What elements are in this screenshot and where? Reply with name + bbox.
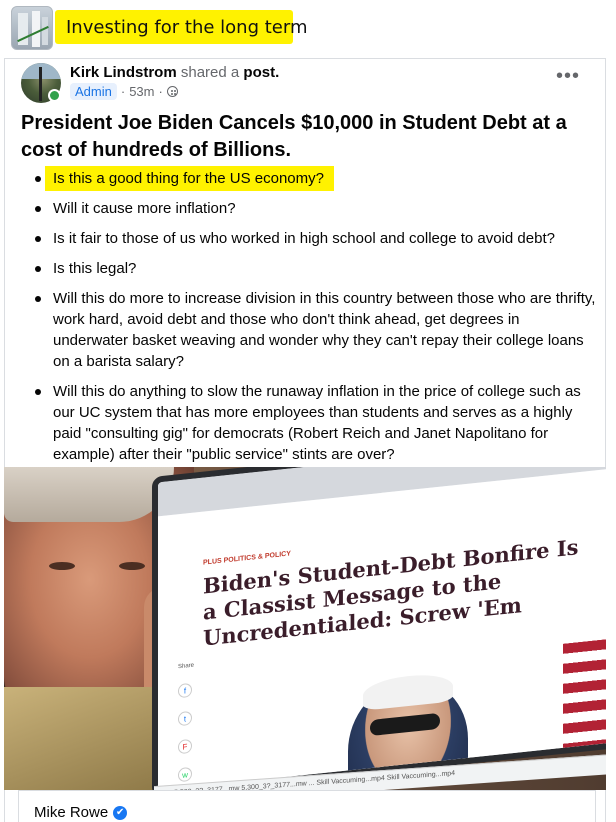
audience-icon	[166, 86, 178, 97]
article-tag: PLUS POLITICS & POLICY	[203, 550, 291, 567]
highlighted-question: Is this a good thing for the US economy?	[45, 166, 334, 191]
post-bullet-list: Is this a good thing for the US economy?…	[21, 166, 596, 465]
share-label: Share	[178, 662, 195, 671]
online-status-icon	[48, 89, 61, 102]
post-time[interactable]: 53m	[129, 84, 154, 99]
more-options-icon[interactable]: •••	[556, 66, 580, 86]
post-meta: Admin · 53m ·	[70, 83, 178, 100]
group-title[interactable]: Investing for the long term	[66, 17, 308, 38]
list-item: Will this do anything to slow the runawa…	[21, 381, 596, 465]
flipboard-share-icon: F	[178, 738, 192, 755]
verified-badge-icon: ✔	[113, 805, 128, 820]
admin-badge: Admin	[70, 83, 117, 100]
shared-author-name[interactable]: Mike Rowe	[34, 804, 108, 821]
group-header: Investing for the long term	[0, 0, 616, 58]
post-author-line: Kirk Lindstrom shared a post.	[70, 64, 279, 81]
article-headline: Biden's Student-Debt Bonfire Is a Classi…	[203, 534, 579, 651]
list-item: Is it fair to those of us who worked in …	[21, 228, 596, 249]
laptop-screen: PLUS POLITICS & POLICY Biden's Student-D…	[152, 467, 606, 790]
meta-separator: ·	[120, 84, 126, 99]
author-name[interactable]: Kirk Lindstrom	[70, 64, 177, 81]
post-image[interactable]: PLUS POLITICS & POLICY Biden's Student-D…	[4, 467, 606, 790]
facebook-share-icon: f	[178, 682, 192, 699]
shared-post-author: Mike Rowe ✔	[34, 804, 128, 821]
meta-separator: ·	[158, 84, 163, 99]
list-item: Is this a good thing for the US economy?	[21, 166, 596, 191]
list-item: Is this legal?	[21, 258, 596, 279]
post-link[interactable]: post.	[243, 64, 279, 81]
post-title: President Joe Biden Cancels $10,000 in S…	[21, 112, 567, 161]
share-column: Share f t F w	[178, 662, 198, 783]
twitter-share-icon: t	[178, 710, 192, 727]
whatsapp-share-icon: w	[178, 766, 192, 783]
shared-text: shared a	[180, 64, 240, 81]
list-item: Will this do more to increase division i…	[21, 288, 596, 372]
list-item: Will it cause more inflation?	[21, 198, 596, 219]
group-thumbnail[interactable]	[11, 6, 53, 50]
